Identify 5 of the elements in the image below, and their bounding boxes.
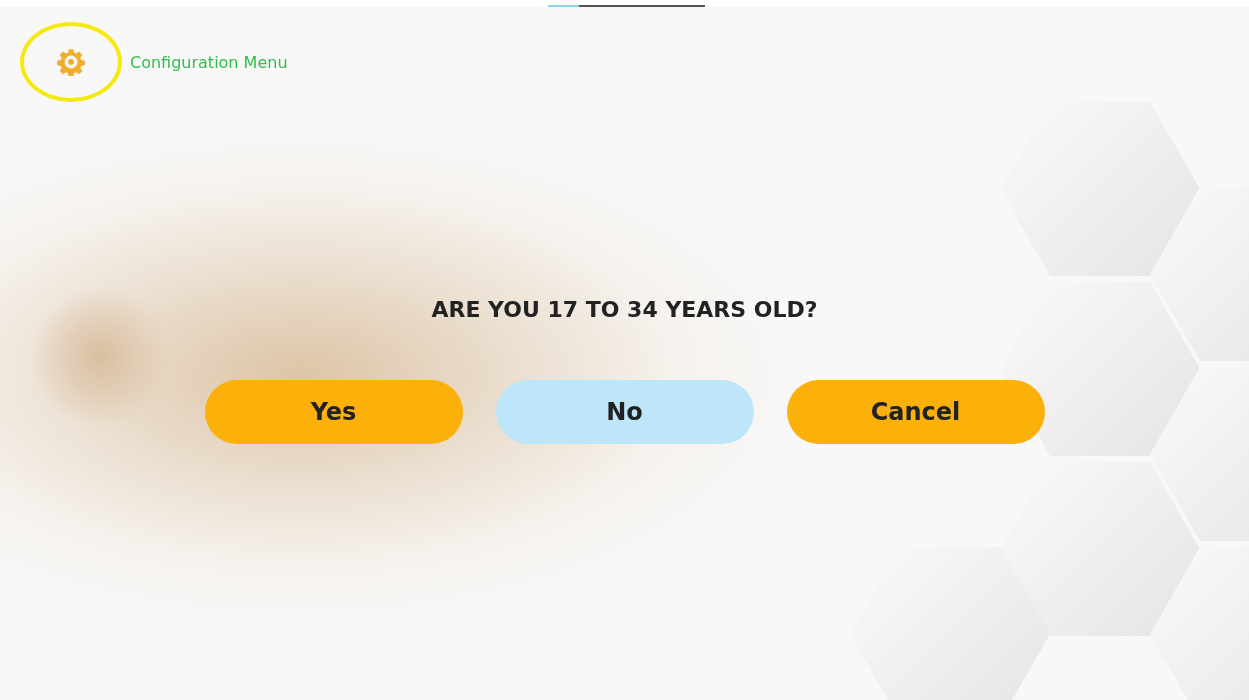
answer-button[interactable]: Cancel [786, 380, 1045, 444]
question-heading: ARE YOU 17 TO 34 YEARS OLD? [430, 297, 819, 322]
settings-icon[interactable] [57, 48, 85, 76]
answer-button[interactable]: Yes [204, 380, 463, 444]
answer-button[interactable]: No [495, 380, 754, 444]
